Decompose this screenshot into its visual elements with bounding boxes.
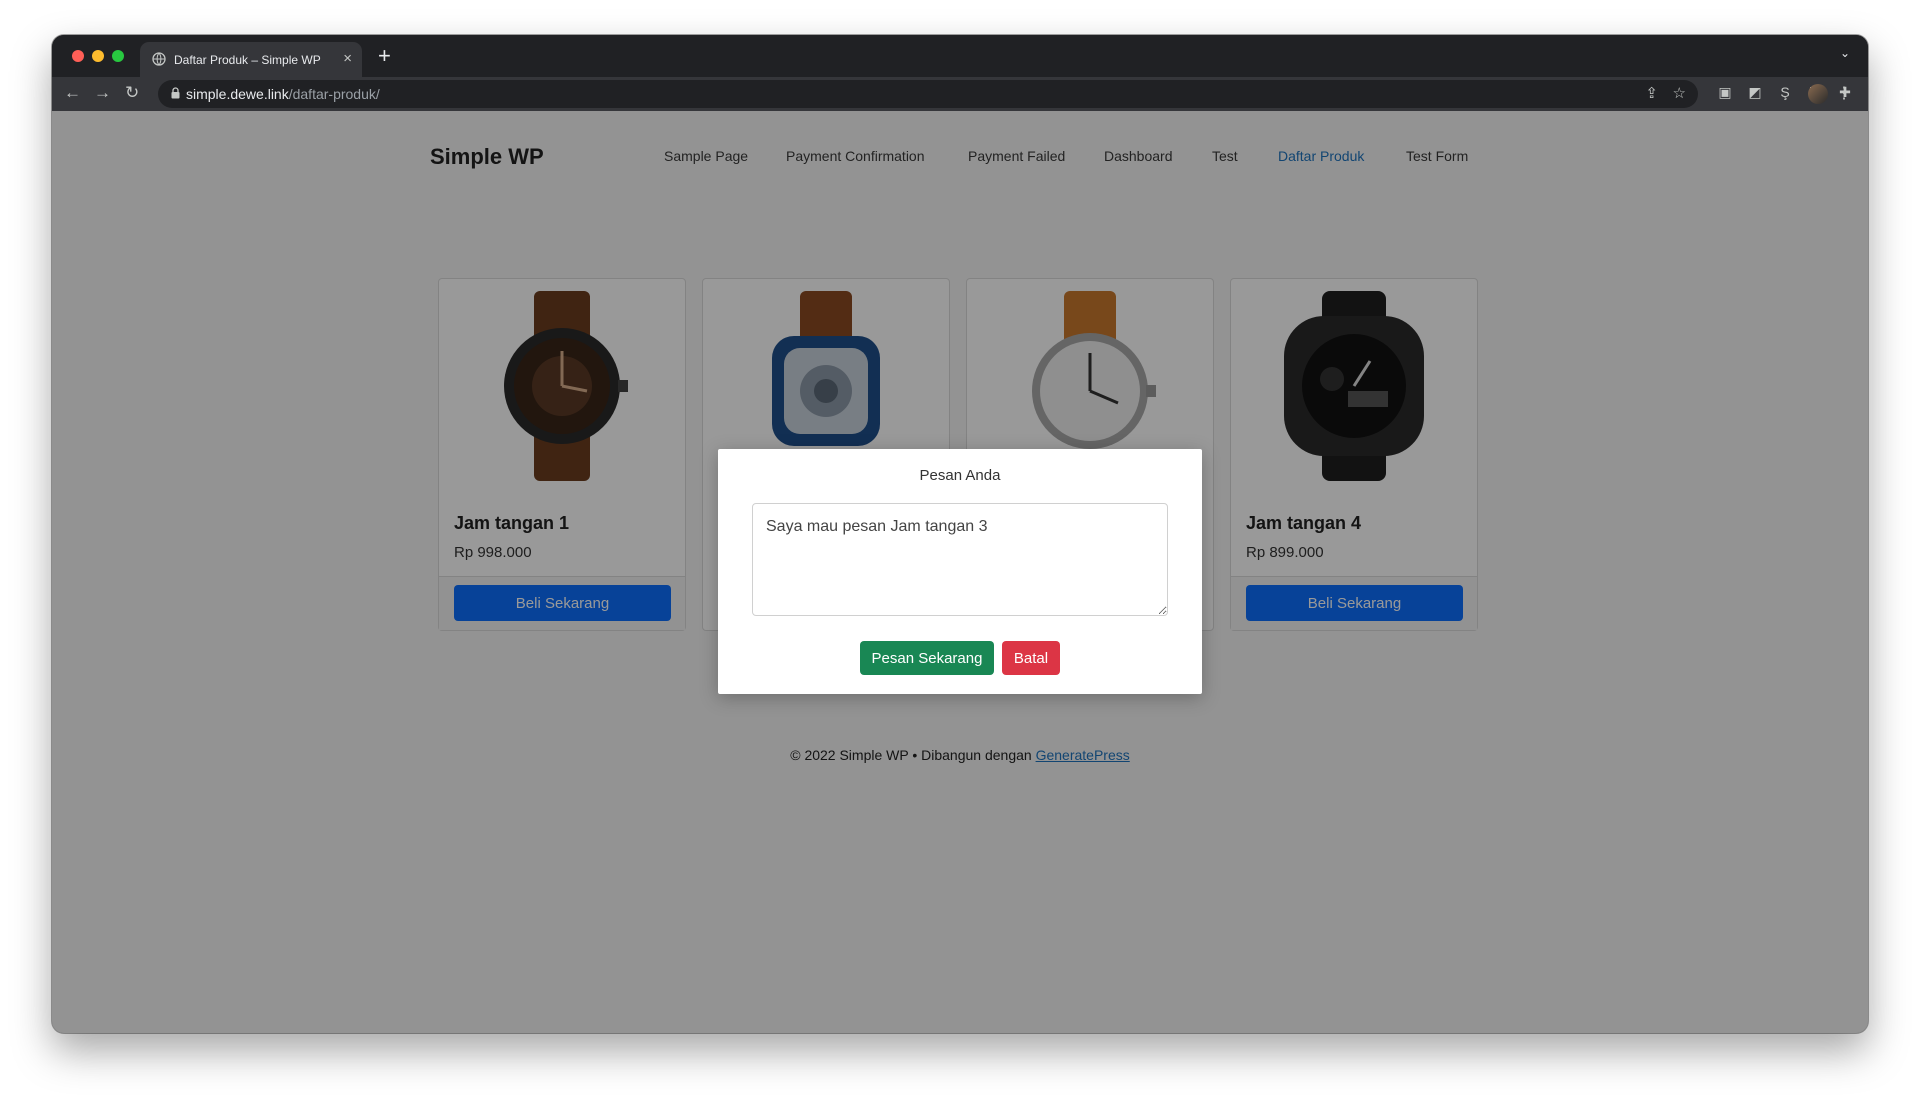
- tab-title: Daftar Produk – Simple WP: [174, 53, 321, 67]
- extension-code-icon[interactable]: ▣: [1716, 83, 1734, 101]
- browser-toolbar: ← → ↻ simple.dewe.link/daftar-produk/ ⇪ …: [52, 77, 1868, 111]
- url-text: simple.dewe.link/daftar-produk/: [186, 86, 380, 102]
- menu-kebab-icon[interactable]: ⋮: [1836, 83, 1852, 103]
- order-message-textarea[interactable]: Saya mau pesan Jam tangan 3: [752, 503, 1168, 616]
- extension-s-icon[interactable]: Ş: [1776, 83, 1794, 101]
- new-tab-icon[interactable]: +: [378, 43, 391, 69]
- back-arrow-icon[interactable]: ←: [64, 83, 81, 103]
- profile-avatar[interactable]: [1808, 84, 1828, 104]
- url-path: /daftar-produk/: [288, 86, 380, 102]
- reload-icon[interactable]: ↻: [125, 83, 139, 103]
- browser-window: Daftar Produk – Simple WP × + ⌄ ← → ↻ si…: [52, 35, 1868, 1033]
- address-bar[interactable]: simple.dewe.link/daftar-produk/ ⇪ ☆: [158, 80, 1698, 108]
- reading-list-icon[interactable]: ≡: [1866, 83, 1868, 101]
- cancel-button[interactable]: Batal: [1002, 641, 1060, 675]
- maximize-window-button[interactable]: [112, 50, 124, 62]
- close-window-button[interactable]: [72, 50, 84, 62]
- bookmark-star-icon[interactable]: ☆: [1673, 84, 1686, 102]
- order-now-button[interactable]: Pesan Sekarang: [860, 641, 994, 675]
- order-modal: Pesan Anda Saya mau pesan Jam tangan 3 P…: [718, 449, 1202, 694]
- browser-tab[interactable]: Daftar Produk – Simple WP ×: [140, 42, 362, 77]
- modal-title: Pesan Anda: [919, 467, 1001, 484]
- tab-search-chevron-icon[interactable]: ⌄: [1840, 46, 1850, 60]
- globe-icon: [152, 52, 166, 66]
- minimize-window-button[interactable]: [92, 50, 104, 62]
- extension-tab-icon[interactable]: ◩: [1746, 83, 1764, 101]
- url-host: simple.dewe.link: [186, 86, 289, 102]
- share-icon[interactable]: ⇪: [1645, 84, 1658, 102]
- tab-close-icon[interactable]: ×: [343, 50, 352, 67]
- forward-arrow-icon[interactable]: →: [94, 83, 111, 103]
- web-page: Simple WP Sample Page Payment Confirmati…: [52, 111, 1868, 1033]
- tab-strip: Daftar Produk – Simple WP × + ⌄: [52, 35, 1868, 77]
- lock-icon: [171, 87, 180, 99]
